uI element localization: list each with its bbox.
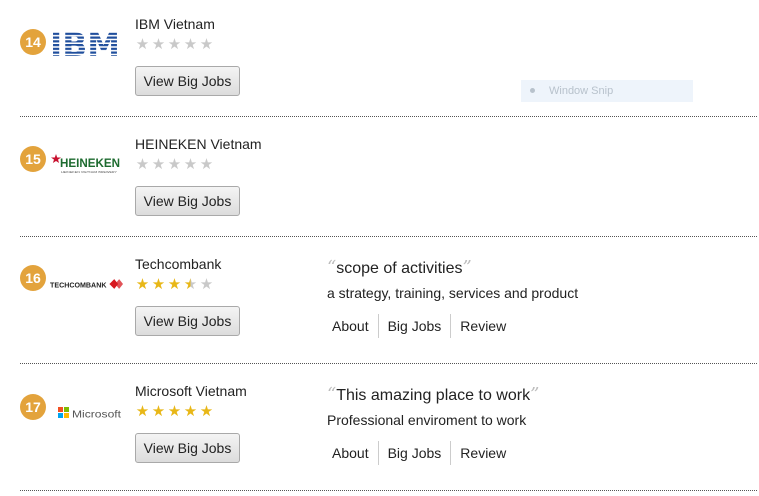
svg-text:HEINEKEN: HEINEKEN <box>60 156 120 170</box>
star-icon: ★ <box>135 276 150 293</box>
star-icon: ★ <box>167 403 182 420</box>
rating-stars: ★ ★ ★ ★ ★ <box>135 277 214 292</box>
star-icon: ★ <box>199 276 214 293</box>
company-quote: “scope of activities” <box>327 257 472 278</box>
svg-text:HEINEKEN VIETNAM BREWERY: HEINEKEN VIETNAM BREWERY <box>61 170 117 174</box>
quote-text: scope of activities <box>336 260 463 277</box>
company-description: Professional enviroment to work <box>327 412 527 428</box>
snip-dot-icon <box>530 88 535 94</box>
view-big-jobs-button[interactable]: View Big Jobs <box>135 306 240 336</box>
company-name[interactable]: IBM Vietnam <box>135 16 215 32</box>
view-big-jobs-button[interactable]: View Big Jobs <box>135 433 240 463</box>
company-quote: “This amazing place to work” <box>327 384 539 405</box>
window-snip-label: Window Snip <box>549 85 614 97</box>
svg-text:IBM: IBM <box>50 29 120 59</box>
star-icon: ★ <box>199 403 214 420</box>
star-icon: ★ <box>167 36 182 53</box>
quote-close-icon: ” <box>530 384 540 405</box>
rank-badge: 17 <box>20 394 46 420</box>
rank-badge: 15 <box>20 146 46 172</box>
techcombank-logo[interactable]: TECHCOMBANK <box>50 269 124 299</box>
star-icon: ★ <box>135 156 150 173</box>
quote-open-icon: “ <box>327 257 337 278</box>
row-divider <box>20 363 757 364</box>
row-divider <box>20 116 757 117</box>
rating-stars: ★ ★ ★ ★ ★ <box>135 157 214 172</box>
star-icon: ★ <box>183 36 198 53</box>
star-icon: ★ <box>183 403 198 420</box>
quote-close-icon: ” <box>462 257 472 278</box>
view-big-jobs-button[interactable]: View Big Jobs <box>135 186 240 216</box>
star-icon: ★ <box>135 403 150 420</box>
heineken-logo[interactable]: HEINEKEN HEINEKEN VIETNAM BREWERY <box>50 146 124 176</box>
about-link[interactable]: About <box>327 441 378 465</box>
row-divider <box>20 236 757 237</box>
company-links: About Big Jobs Review <box>327 440 515 466</box>
quote-open-icon: “ <box>327 384 337 405</box>
company-name[interactable]: Techcombank <box>135 256 221 272</box>
star-icon: ★ <box>199 36 214 53</box>
review-link[interactable]: Review <box>450 314 515 338</box>
rating-stars: ★ ★ ★ ★ ★ <box>135 37 214 52</box>
company-description: a strategy, training, services and produ… <box>327 285 579 301</box>
company-name[interactable]: Microsoft Vietnam <box>135 383 247 399</box>
ibm-logo-image: IBM <box>50 29 120 59</box>
microsoft-logo[interactable]: Microsoft <box>50 398 124 428</box>
rank-badge: 14 <box>20 29 46 55</box>
row-divider <box>20 490 757 491</box>
star-icon: ★ <box>151 276 166 293</box>
big-jobs-link[interactable]: Big Jobs <box>377 314 451 338</box>
svg-text:Microsoft: Microsoft <box>72 409 121 421</box>
window-snip-overlay: Window Snip <box>521 80 693 102</box>
star-icon: ★ <box>151 36 166 53</box>
view-big-jobs-button[interactable]: View Big Jobs <box>135 66 240 96</box>
star-icon: ★ <box>167 156 182 173</box>
about-link[interactable]: About <box>327 314 378 338</box>
microsoft-logo-image: Microsoft <box>58 407 121 421</box>
star-icon: ★ <box>135 36 150 53</box>
star-icon: ★ <box>183 156 198 173</box>
ibm-logo[interactable]: IBM <box>50 29 124 59</box>
big-jobs-link[interactable]: Big Jobs <box>377 441 451 465</box>
company-links: About Big Jobs Review <box>327 313 515 339</box>
review-link[interactable]: Review <box>450 441 515 465</box>
company-name[interactable]: HEINEKEN Vietnam <box>135 136 262 152</box>
heineken-logo-image: HEINEKEN HEINEKEN VIETNAM BREWERY <box>51 154 120 174</box>
star-icon: ★ <box>183 276 198 293</box>
star-icon: ★ <box>167 276 182 293</box>
rating-stars: ★ ★ ★ ★ ★ <box>135 404 214 419</box>
rank-badge: 16 <box>20 265 46 291</box>
svg-text:TECHCOMBANK: TECHCOMBANK <box>50 280 107 289</box>
star-icon: ★ <box>151 403 166 420</box>
star-icon: ★ <box>199 156 214 173</box>
star-icon: ★ <box>151 156 166 173</box>
techcombank-logo-image: TECHCOMBANK <box>50 279 124 289</box>
quote-text: This amazing place to work <box>336 387 531 404</box>
